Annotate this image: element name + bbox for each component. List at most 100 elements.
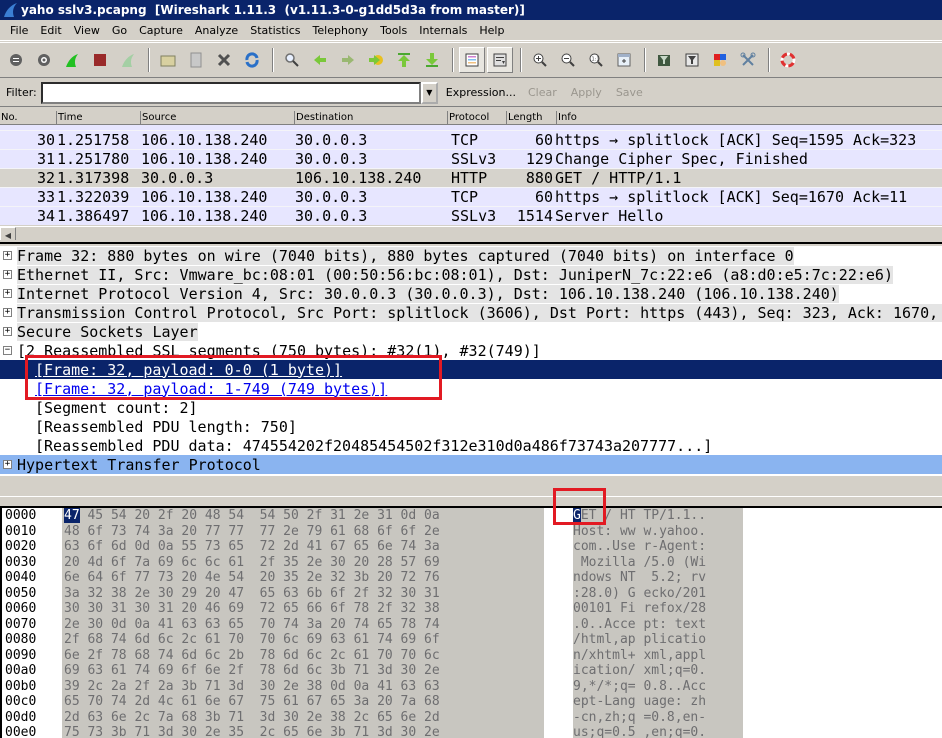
hex-row[interactable]: 0050 3a 32 38 2e 30 29 20 47 65 63 6b 6f … xyxy=(0,585,942,601)
hex-bytes[interactable]: 6e 2f 78 68 74 6d 6c 2b 78 6d 6c 2c 61 7… xyxy=(62,647,544,663)
ascii-char-first[interactable]: c xyxy=(573,539,581,554)
hex-row[interactable]: 0090 6e 2f 78 68 74 6d 6c 2b 78 6d 6c 2c … xyxy=(0,647,942,663)
hex-byte-first[interactable]: 2f xyxy=(64,632,80,647)
ascii-char-first[interactable]: H xyxy=(573,524,581,539)
go-last-button[interactable] xyxy=(419,47,445,73)
menu-capture[interactable]: Capture xyxy=(133,24,189,37)
menu-statistics[interactable]: Statistics xyxy=(244,24,306,37)
pane-splitter-bottom[interactable] xyxy=(0,496,942,508)
ascii-char-first[interactable]: e xyxy=(573,694,581,709)
auto-scroll-button[interactable] xyxy=(487,47,513,73)
hex-ascii[interactable]: /html,ap plicatio xyxy=(573,632,743,648)
hex-row[interactable]: 0080 2f 68 74 6d 6c 2c 61 70 70 6c 69 63 … xyxy=(0,632,942,648)
ascii-char-first[interactable]: - xyxy=(573,710,581,725)
column-header-length[interactable]: Length xyxy=(507,111,557,125)
tree-subitem[interactable]: [Reassembled PDU length: 750] xyxy=(0,417,942,436)
hex-byte-first[interactable]: 48 xyxy=(64,524,80,539)
go-back-button[interactable] xyxy=(307,47,333,73)
tree-subitem[interactable]: [Reassembled PDU data: 474554202f2048545… xyxy=(0,436,942,455)
hex-row[interactable]: 0030 20 4d 6f 7a 69 6c 6c 61 2f 35 2e 30 … xyxy=(0,554,942,570)
packet-row[interactable]: 32 1.317398 30.0.0.3 106.10.138.240 HTTP 880 G… xyxy=(0,169,942,188)
hex-row[interactable]: 00c0 65 70 74 2d 4c 61 6e 67 75 61 67 65 … xyxy=(0,694,942,710)
hex-ascii[interactable]: .0..Acce pt: text xyxy=(573,616,743,632)
hex-bytes[interactable]: 75 73 3b 71 3d 30 2e 35 2c 65 6e 3b 71 3… xyxy=(62,725,544,738)
hex-row[interactable]: 0020 63 6f 6d 0d 0a 55 73 65 72 2d 41 67 … xyxy=(0,539,942,555)
packet-row[interactable]: 34 1.386497 106.10.138.240 30.0.0.3 SSLv3 151… xyxy=(0,207,942,225)
hex-byte-first[interactable]: 20 xyxy=(64,555,80,570)
packet-row[interactable]: 31 1.251780 106.10.138.240 30.0.0.3 SSLv3 129… xyxy=(0,150,942,169)
column-header-source[interactable]: Source xyxy=(141,111,295,125)
open-file-button[interactable] xyxy=(155,47,181,73)
menu-tools[interactable]: Tools xyxy=(374,24,413,37)
tree-subitem[interactable]: [Frame: 32, payload: 1-749 (749 bytes)] xyxy=(0,379,942,398)
packet-row[interactable]: 30 1.251758 106.10.138.240 30.0.0.3 TCP 60 htt… xyxy=(0,131,942,150)
hex-bytes[interactable]: 63 6f 6d 0d 0a 55 73 65 72 2d 41 67 65 6… xyxy=(62,539,544,555)
collapse-icon[interactable]: − xyxy=(3,346,12,355)
expand-icon[interactable]: + xyxy=(3,251,12,260)
display-filter-input[interactable] xyxy=(40,81,421,104)
ascii-char-first[interactable]: i xyxy=(573,663,581,678)
hex-bytes[interactable]: 69 63 61 74 69 6f 6e 2f 78 6d 6c 3b 71 3… xyxy=(62,663,544,679)
hex-row[interactable]: 0000 47 45 54 20 2f 20 48 54 54 50 2f 31 … xyxy=(0,508,942,524)
menu-go[interactable]: Go xyxy=(106,24,133,37)
hex-bytes[interactable]: 65 70 74 2d 4c 61 6e 67 75 61 67 65 3a 2… xyxy=(62,694,544,710)
hex-row[interactable]: 0040 6e 64 6f 77 73 20 4e 54 20 35 2e 32 … xyxy=(0,570,942,586)
hex-byte-first[interactable]: 6e xyxy=(64,570,80,585)
stop-capture-button[interactable] xyxy=(87,47,113,73)
filter-history-dropdown[interactable]: ▼ xyxy=(420,81,438,104)
hex-byte-first[interactable]: 47 xyxy=(64,508,80,523)
tree-item[interactable]: + Secure Sockets Layer xyxy=(0,322,942,341)
hex-ascii[interactable]: 9,*/*;q= 0.8..Acc xyxy=(573,678,743,694)
column-header-protocol[interactable]: Protocol xyxy=(448,111,507,125)
hex-byte-first[interactable]: 39 xyxy=(64,679,80,694)
options-button[interactable] xyxy=(31,47,57,73)
hex-ascii[interactable]: n/xhtml+ xml,appl xyxy=(573,647,743,663)
hex-byte-first[interactable]: 63 xyxy=(64,539,80,554)
tree-item[interactable]: + Frame 32: 880 bytes on wire (7040 bits)… xyxy=(0,246,942,265)
ascii-char-first[interactable]: 0 xyxy=(573,601,581,616)
ascii-char-first[interactable]: : xyxy=(573,586,581,601)
menu-edit[interactable]: Edit xyxy=(34,24,67,37)
go-to-packet-button[interactable] xyxy=(363,47,389,73)
hex-byte-first[interactable]: 2d xyxy=(64,710,80,725)
hex-byte-first[interactable]: 3a xyxy=(64,586,80,601)
hex-row[interactable]: 00e0 75 73 3b 71 3d 30 2e 35 2c 65 6e 3b … xyxy=(0,725,942,738)
hex-row[interactable]: 0070 2e 30 0d 0a 41 63 63 65 70 74 3a 20 … xyxy=(0,616,942,632)
hex-byte-first[interactable]: 30 xyxy=(64,601,80,616)
hex-bytes[interactable]: 47 45 54 20 2f 20 48 54 54 50 2f 31 2e 3… xyxy=(62,508,544,524)
clear-button[interactable]: Clear xyxy=(528,86,557,99)
expand-icon[interactable]: + xyxy=(3,460,12,469)
resize-columns-button[interactable] xyxy=(611,47,637,73)
menu-telephony[interactable]: Telephony xyxy=(307,24,375,37)
hex-ascii[interactable]: com..Use r-Agent: xyxy=(573,539,743,555)
hex-ascii[interactable]: :28.0) G ecko/201 xyxy=(573,585,743,601)
hex-bytes[interactable]: 6e 64 6f 77 73 20 4e 54 20 35 2e 32 3b 2… xyxy=(62,570,544,586)
ascii-char-first[interactable]: u xyxy=(573,725,581,738)
hex-bytes[interactable]: 2f 68 74 6d 6c 2c 61 70 70 6c 69 63 61 7… xyxy=(62,632,544,648)
ascii-char-first[interactable]: n xyxy=(573,570,581,585)
tree-item-http[interactable]: + Hypertext Transfer Protocol xyxy=(0,455,942,474)
menu-analyze[interactable]: Analyze xyxy=(189,24,244,37)
tree-item[interactable]: + Transmission Control Protocol, Src Port… xyxy=(0,303,942,322)
menu-internals[interactable]: Internals xyxy=(413,24,473,37)
column-header-no[interactable]: No. xyxy=(0,111,57,125)
close-file-button[interactable] xyxy=(211,47,237,73)
interfaces-button[interactable] xyxy=(3,47,29,73)
tree-item[interactable]: + Ethernet II, Src: Vmware_bc:08:01 (00:5… xyxy=(0,265,942,284)
zoom-in-button[interactable] xyxy=(527,47,553,73)
ascii-char-first[interactable]: / xyxy=(573,632,581,647)
hex-ascii[interactable]: Mozilla /5.0 (Wi xyxy=(573,554,743,570)
colorize-button[interactable] xyxy=(459,47,485,73)
save-filter-button[interactable]: Save xyxy=(616,86,643,99)
restart-capture-button[interactable] xyxy=(115,47,141,73)
hex-row[interactable]: 00d0 2d 63 6e 2c 7a 68 3b 71 3d 30 2e 38 … xyxy=(0,709,942,725)
expand-icon[interactable]: + xyxy=(3,327,12,336)
ascii-char-first[interactable]: G xyxy=(573,508,581,523)
hex-ascii[interactable]: GET / HT TP/1.1.. xyxy=(573,508,743,524)
preferences-button[interactable] xyxy=(735,47,761,73)
tree-subitem[interactable]: [Segment count: 2] xyxy=(0,398,942,417)
zoom-out-button[interactable] xyxy=(555,47,581,73)
hex-byte-first[interactable]: 6e xyxy=(64,648,80,663)
menu-view[interactable]: View xyxy=(68,24,106,37)
go-first-button[interactable] xyxy=(391,47,417,73)
